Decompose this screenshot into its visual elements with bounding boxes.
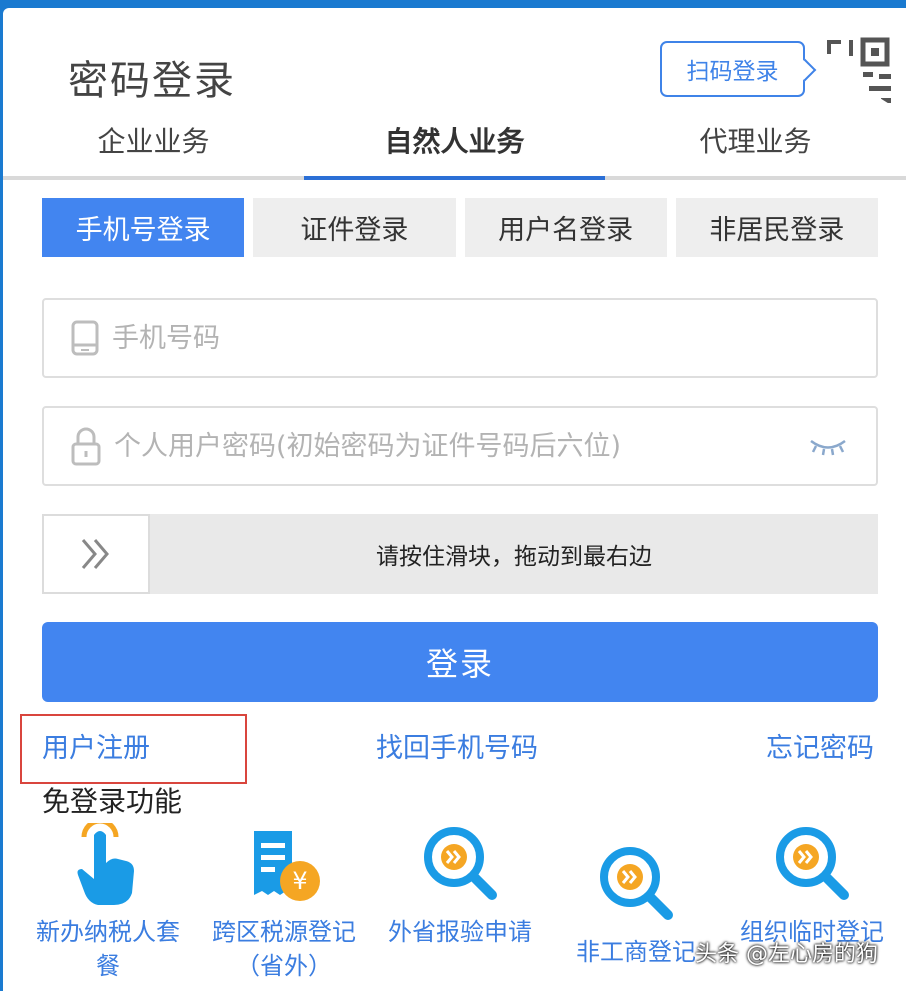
login-panel: 密码登录 扫码登录 企业业务 自然人业务 代理业务 手机号登录 证件登录 用户名…	[3, 8, 906, 991]
recover-phone-link[interactable]: 找回手机号码	[376, 726, 538, 765]
tab-agency[interactable]: 代理业务	[605, 113, 906, 176]
forgot-password-link[interactable]: 忘记密码	[766, 726, 874, 765]
search-magnifier-icon	[424, 827, 497, 900]
scan-login-button[interactable]: 扫码登录	[660, 41, 805, 97]
business-tabs: 企业业务 自然人业务 代理业务	[3, 113, 906, 180]
login-button[interactable]: 登录	[42, 622, 878, 702]
func-cross-region-tax[interactable]: ¥ 跨区税源登记（省外）	[209, 823, 359, 983]
phone-field	[42, 298, 878, 378]
hand-tap-icon	[77, 823, 134, 905]
slider-captcha: 请按住滑块，拖动到最右边	[42, 514, 878, 594]
func-non-industrial-registration[interactable]: 非工商登记	[561, 843, 711, 969]
lock-icon	[71, 427, 101, 466]
func-label: 新办纳税人套餐	[36, 918, 180, 980]
search-magnifier-icon	[776, 827, 849, 900]
receipt-yuan-icon: ¥	[254, 831, 320, 901]
watermark: 头条 @左心房的狗	[695, 942, 878, 967]
svg-text:¥: ¥	[292, 867, 307, 895]
func-new-taxpayer[interactable]: 新办纳税人套餐	[33, 823, 183, 983]
phone-icon	[71, 320, 99, 356]
eye-closed-icon[interactable]	[808, 436, 848, 458]
page-title: 密码登录	[68, 58, 236, 104]
password-input[interactable]	[114, 430, 876, 462]
slider-instruction: 请按住滑块，拖动到最右边	[376, 544, 652, 570]
slider-handle[interactable]	[42, 514, 150, 594]
func-temp-org-registration[interactable]: 组织临时登记	[737, 823, 887, 949]
search-magnifier-icon	[600, 847, 673, 920]
password-field	[42, 406, 878, 486]
func-label: 外省报验申请	[388, 918, 532, 946]
qr-code-icon[interactable]	[819, 30, 899, 110]
phone-input[interactable]	[112, 322, 876, 354]
tab-id-login[interactable]: 证件登录	[253, 198, 456, 257]
func-label: 非工商登记	[576, 938, 696, 966]
func-out-province-inspection[interactable]: 外省报验申请	[385, 823, 535, 949]
tab-natural-person[interactable]: 自然人业务	[304, 113, 605, 180]
tab-nonresident-login[interactable]: 非居民登录	[675, 198, 878, 257]
tab-enterprise[interactable]: 企业业务	[3, 113, 304, 176]
highlight-box	[20, 714, 247, 784]
func-label: 跨区税源登记（省外）	[212, 918, 356, 980]
tab-username-login[interactable]: 用户名登录	[464, 198, 667, 257]
no-login-title: 免登录功能	[42, 785, 183, 818]
tab-phone-login[interactable]: 手机号登录	[42, 198, 245, 257]
double-chevron-right-icon	[81, 539, 109, 569]
login-method-tabs: 手机号登录 证件登录 用户名登录 非居民登录	[42, 198, 878, 257]
